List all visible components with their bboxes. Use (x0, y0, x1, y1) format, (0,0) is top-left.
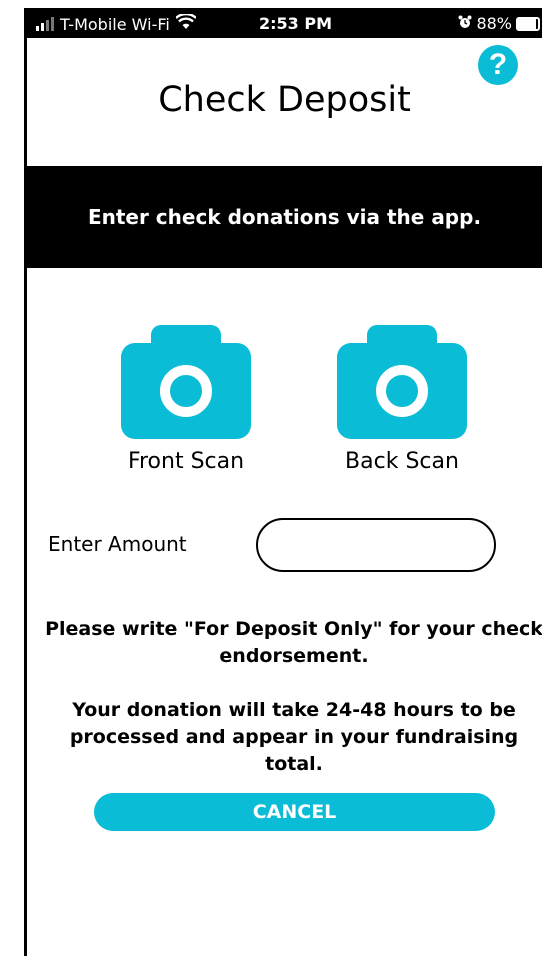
camera-icon (121, 325, 251, 439)
front-scan-button[interactable]: Front Scan (106, 325, 266, 474)
carrier-name: T-Mobile Wi-Fi (60, 14, 170, 34)
battery-fill (518, 18, 536, 29)
amount-label: Enter Amount (48, 532, 187, 556)
front-scan-label: Front Scan (127, 449, 245, 474)
endorsement-note: Please write "For Deposit Only" for your… (45, 618, 542, 667)
status-left: T-Mobile Wi-Fi (36, 12, 197, 34)
page-title: Check Deposit (158, 80, 411, 120)
phone-frame-top (24, 0, 542, 8)
back-scan-label: Back Scan (345, 449, 459, 474)
status-time: 2:53 PM (259, 14, 333, 33)
info-banner: Enter check donations via the app. (27, 166, 542, 268)
signal-icon (36, 17, 54, 31)
battery-percent: 88% (476, 14, 512, 33)
question-circle-icon: ? (488, 48, 508, 81)
status-right: 88% (458, 14, 540, 33)
battery-icon (516, 16, 540, 31)
status-bar: T-Mobile Wi-Fi 2:53 PM 88% (24, 8, 542, 38)
amount-input[interactable] (256, 518, 496, 572)
help-button[interactable]: ? (478, 45, 518, 85)
camera-icon (337, 325, 467, 439)
phone-frame-edge (0, 0, 27, 956)
banner-text: Enter check donations via the app. (87, 205, 482, 229)
wifi-icon (175, 12, 197, 34)
processing-note: Your donation will take 24-48 hours to b… (69, 699, 519, 775)
cancel-button[interactable]: CANCEL (94, 793, 495, 831)
alarm-icon (458, 14, 472, 33)
back-scan-button[interactable]: Back Scan (322, 325, 482, 474)
